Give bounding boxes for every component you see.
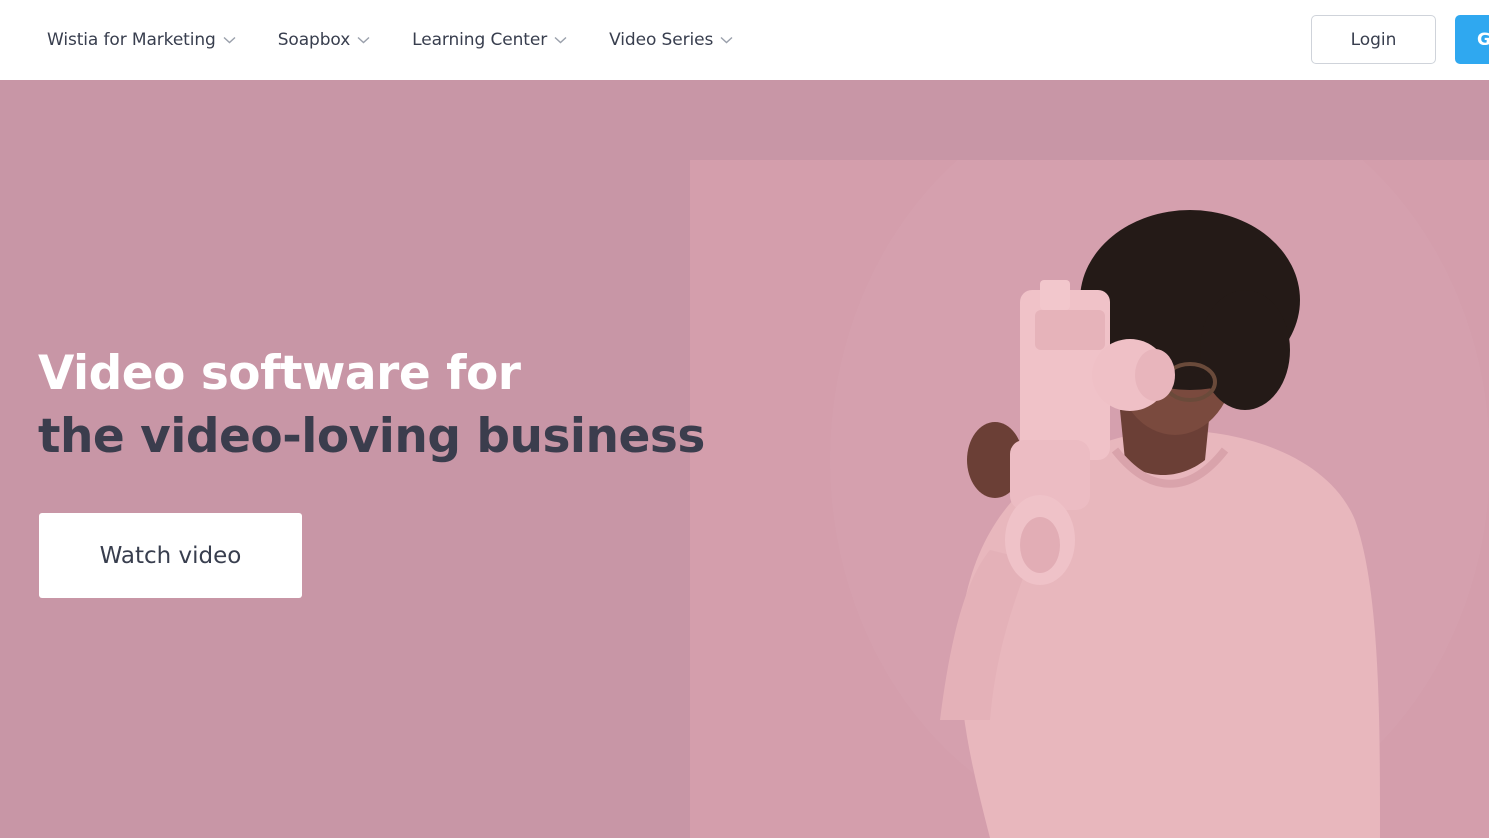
chevron-down-icon — [720, 36, 733, 44]
chevron-down-icon — [554, 36, 567, 44]
chevron-down-icon — [223, 36, 236, 44]
chevron-down-icon — [357, 36, 370, 44]
hero-headline: Video software for the video-loving busi… — [38, 342, 705, 468]
woman-with-camera-illustration — [690, 160, 1489, 838]
headline-line-1: Video software for — [38, 346, 521, 401]
hero-background-video[interactable] — [690, 160, 1489, 838]
nav-menu: Wistia for Marketing Soapbox Learning Ce… — [47, 30, 733, 50]
get-started-button[interactable]: G — [1455, 15, 1489, 64]
nav-item-wistia-for-marketing[interactable]: Wistia for Marketing — [47, 30, 236, 50]
nav-item-video-series[interactable]: Video Series — [609, 30, 733, 50]
login-button[interactable]: Login — [1311, 15, 1436, 64]
nav-item-label: Video Series — [609, 30, 714, 50]
top-navigation: Wistia for Marketing Soapbox Learning Ce… — [0, 0, 1489, 80]
nav-item-learning-center[interactable]: Learning Center — [412, 30, 567, 50]
headline-line-2: the video-loving business — [38, 409, 705, 464]
nav-item-label: Learning Center — [412, 30, 548, 50]
nav-item-soapbox[interactable]: Soapbox — [278, 30, 370, 50]
hero-section: Video software for the video-loving busi… — [0, 80, 1489, 838]
watch-video-button[interactable]: Watch video — [39, 513, 302, 598]
nav-item-label: Soapbox — [277, 30, 351, 50]
nav-item-label: Wistia for Marketing — [47, 30, 216, 50]
